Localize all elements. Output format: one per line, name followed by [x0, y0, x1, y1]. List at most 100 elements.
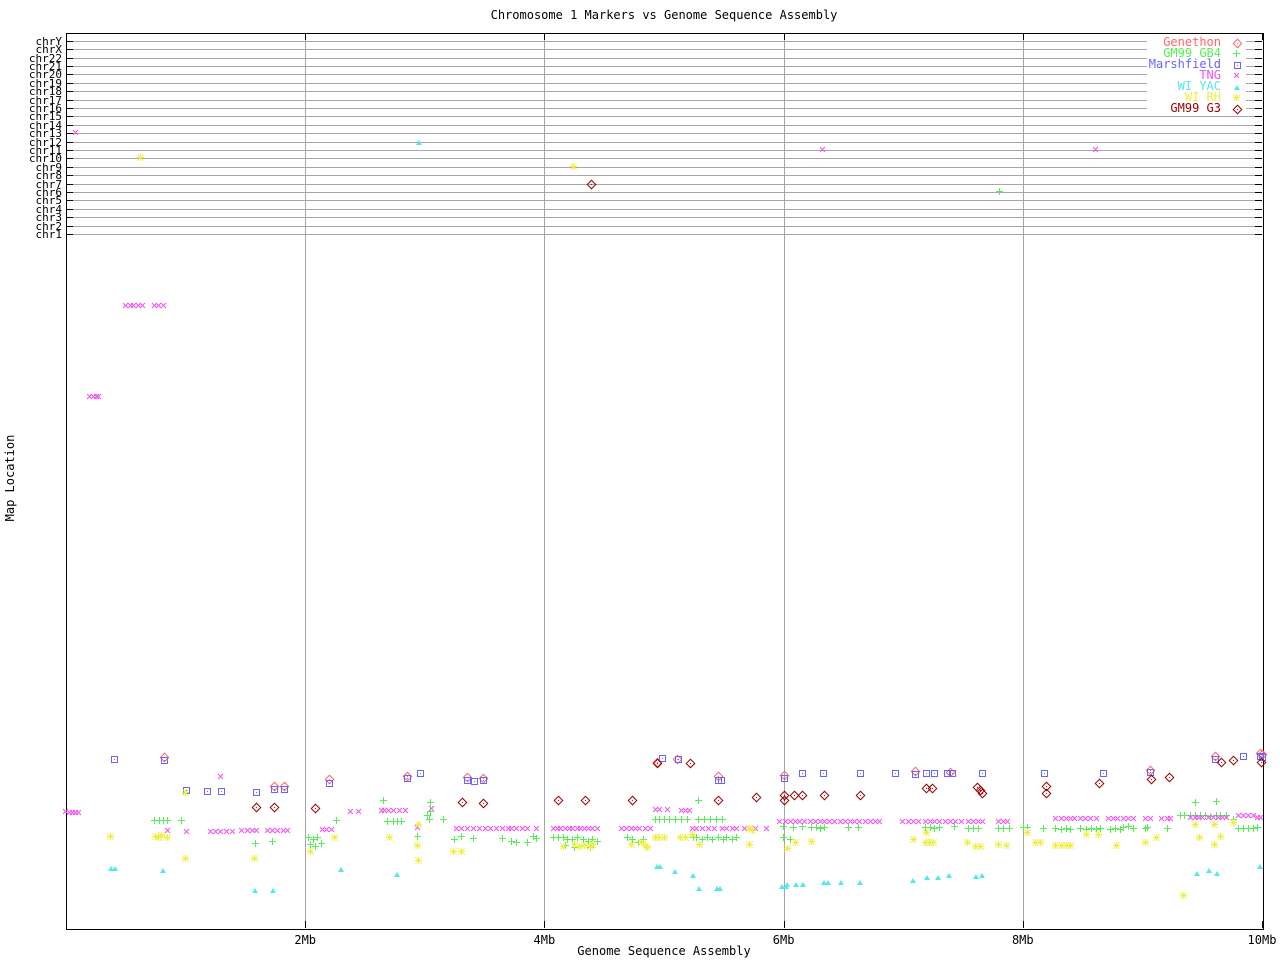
gridline-h [66, 99, 1262, 101]
marker-wi-yac [934, 874, 941, 880]
marker-wi-yac [251, 887, 258, 893]
y-tick-right [1255, 175, 1262, 177]
marker-wi-rh [681, 833, 689, 841]
y-tick-left [66, 49, 73, 51]
marker-wi-rh [1066, 841, 1074, 849]
gridline-h [66, 191, 1262, 193]
marker-wi-rh [181, 855, 189, 863]
legend: Genethon GM99 GB4 Marshfield TNG WI YAC WI RH… [1146, 36, 1246, 115]
marker-wi-yac [1206, 867, 1213, 873]
marker-gm99-gb4 [996, 187, 1004, 195]
marker-gm99-gb4 [439, 815, 447, 823]
y-tick-left [66, 82, 73, 84]
y-tick-right [1255, 217, 1262, 219]
y-tick-right [1255, 233, 1262, 235]
y-tick-left [66, 57, 73, 59]
marker-wi-rh [909, 836, 917, 844]
marker-wi-rh [644, 844, 652, 852]
gridline-h [66, 124, 1262, 126]
y-tick-left [66, 191, 73, 193]
x-tick-top [1262, 33, 1263, 40]
y-tick-right [1255, 141, 1262, 143]
marker-gm99-gb4 [425, 815, 433, 823]
x-tick-top [783, 33, 785, 40]
marker-marshfield [204, 788, 212, 796]
gridline-h [66, 40, 1262, 42]
marker-wi-yac [792, 882, 799, 888]
marker-wi-rh [559, 842, 567, 850]
marker-wi-yac [979, 873, 986, 879]
marker-wi-yac [1194, 871, 1201, 877]
marker-wi-yac [671, 868, 678, 874]
marker-wi-yac [689, 873, 696, 879]
marker-marshfield [326, 780, 334, 787]
gridline-h [66, 217, 1262, 219]
marker-wi-rh [1211, 821, 1219, 829]
marker-wi-yac [159, 867, 166, 873]
gridline-h [66, 141, 1262, 143]
y-tick-left [66, 200, 73, 202]
marker-wi-rh [414, 856, 422, 864]
marker-wi-rh [1023, 829, 1031, 837]
marker-wi-rh [307, 847, 315, 855]
marker-gm99-gb4 [1212, 797, 1220, 805]
gridline-v [1022, 33, 1024, 928]
marker-wi-yac [838, 880, 844, 886]
marker-wi-yac [784, 882, 791, 888]
marker-wi-rh [661, 833, 669, 841]
marker-tng [1232, 70, 1242, 80]
marker-gm99-gb4 [163, 816, 171, 824]
gridline-h [66, 91, 1262, 93]
marker-marshfield [480, 777, 488, 785]
y-tick-right [1255, 133, 1262, 135]
marker-wi-rh [414, 821, 422, 829]
gridline-h [66, 225, 1262, 227]
plus-icon [1230, 49, 1244, 59]
y-tick-right [1255, 65, 1262, 67]
marker-gm99-gb4 [178, 816, 185, 824]
y-tick-left [66, 166, 73, 168]
marker-marshfield [218, 788, 226, 796]
marker-wi-rh [748, 827, 756, 835]
y-tick-left [66, 65, 73, 67]
y-tick-left [66, 99, 73, 101]
y-tick-right [1255, 149, 1262, 151]
x-tick-top [1022, 33, 1024, 40]
marker-gm99-gb4 [779, 833, 787, 841]
gridline-h [66, 200, 1262, 202]
marker-gm99-gb4 [523, 838, 531, 846]
cross-icon [1230, 71, 1244, 81]
marker-marshfield [820, 770, 828, 778]
marker-wi-yac [657, 864, 664, 870]
gridline-h [66, 175, 1262, 177]
y-tick-right [1255, 208, 1262, 210]
marker-gm99-gb4 [380, 796, 388, 804]
marker-wi-yac [945, 873, 952, 879]
y-axis-label: Map Location [3, 434, 17, 522]
marker-gm99-gb4 [450, 836, 458, 844]
marker-genethon [1232, 38, 1243, 48]
gridline-h [66, 158, 1262, 160]
marker-wi-rh [963, 838, 971, 847]
marker-gm99-gb4 [732, 833, 740, 841]
marker-wi-yac [717, 885, 724, 891]
marker-wi-rh [457, 847, 465, 855]
marker-wi-rh [589, 840, 597, 848]
marker-gm99-gb4 [512, 838, 520, 846]
gridline-h [66, 107, 1262, 109]
y-tick-left [66, 107, 73, 109]
gridline-h [66, 133, 1262, 135]
x-tick-label: 10Mb [1247, 933, 1277, 947]
y-tick-right [1255, 183, 1262, 185]
marker-gm99-gb4 [252, 839, 260, 847]
marker-gm99-gb4 [683, 815, 691, 823]
marker-marshfield [1239, 753, 1247, 761]
marker-wi-rh [1180, 891, 1188, 899]
marker-gm99-gb4 [398, 818, 406, 826]
marker-gm99-gb4 [268, 838, 276, 846]
marker-marshfield [110, 755, 118, 763]
marker-wi-rh [808, 838, 816, 846]
marker-wi-rh [181, 788, 189, 796]
marker-marshfield [271, 786, 279, 794]
diamond-icon [1230, 38, 1244, 48]
